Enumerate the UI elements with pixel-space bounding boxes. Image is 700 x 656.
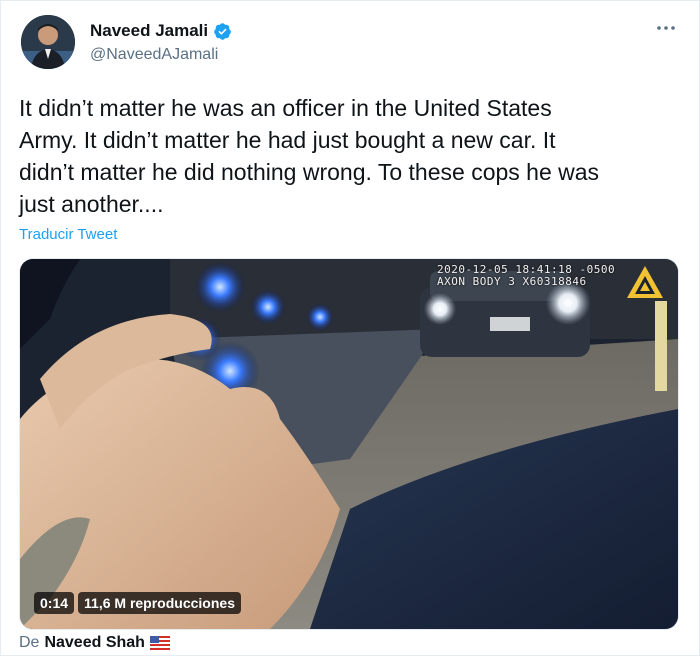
bodycam-timestamp: 2020-12-05 18:41:18 -0500 AXON BODY 3 X6… xyxy=(437,264,615,288)
timestamp-line-2: AXON BODY 3 X60318846 xyxy=(437,275,587,288)
tweet-card[interactable]: Naveed Jamali @NaveedAJamali It didn’t m… xyxy=(0,0,700,656)
media-attribution[interactable]: De Naveed Shah xyxy=(19,634,170,652)
attribution-prefix: De xyxy=(19,634,40,651)
verified-badge-icon xyxy=(213,22,232,41)
author-name[interactable]: Naveed Jamali xyxy=(90,21,208,41)
video-info-badge: 0:14 11,6 M reproducciones xyxy=(34,592,241,614)
attribution-source-name[interactable]: Naveed Shah xyxy=(44,634,144,652)
profile-photo-avatar-icon xyxy=(21,15,75,69)
axon-logo-icon xyxy=(625,264,665,300)
tweet-text: It didn’t matter he was an officer in th… xyxy=(19,95,600,217)
avatar[interactable] xyxy=(21,15,75,69)
bodycam-video-frame xyxy=(20,259,678,629)
translate-tweet-link[interactable]: Traducir Tweet xyxy=(19,226,117,243)
author-name-row[interactable]: Naveed Jamali xyxy=(90,21,232,41)
video-duration: 0:14 xyxy=(34,592,75,614)
author-handle[interactable]: @NaveedAJamali xyxy=(90,46,218,64)
video-player[interactable]: 2020-12-05 18:41:18 -0500 AXON BODY 3 X6… xyxy=(19,258,679,630)
video-view-count: 11,6 M reproducciones xyxy=(78,592,241,614)
us-flag-icon xyxy=(149,636,170,650)
more-horizontal-icon[interactable] xyxy=(653,15,679,41)
